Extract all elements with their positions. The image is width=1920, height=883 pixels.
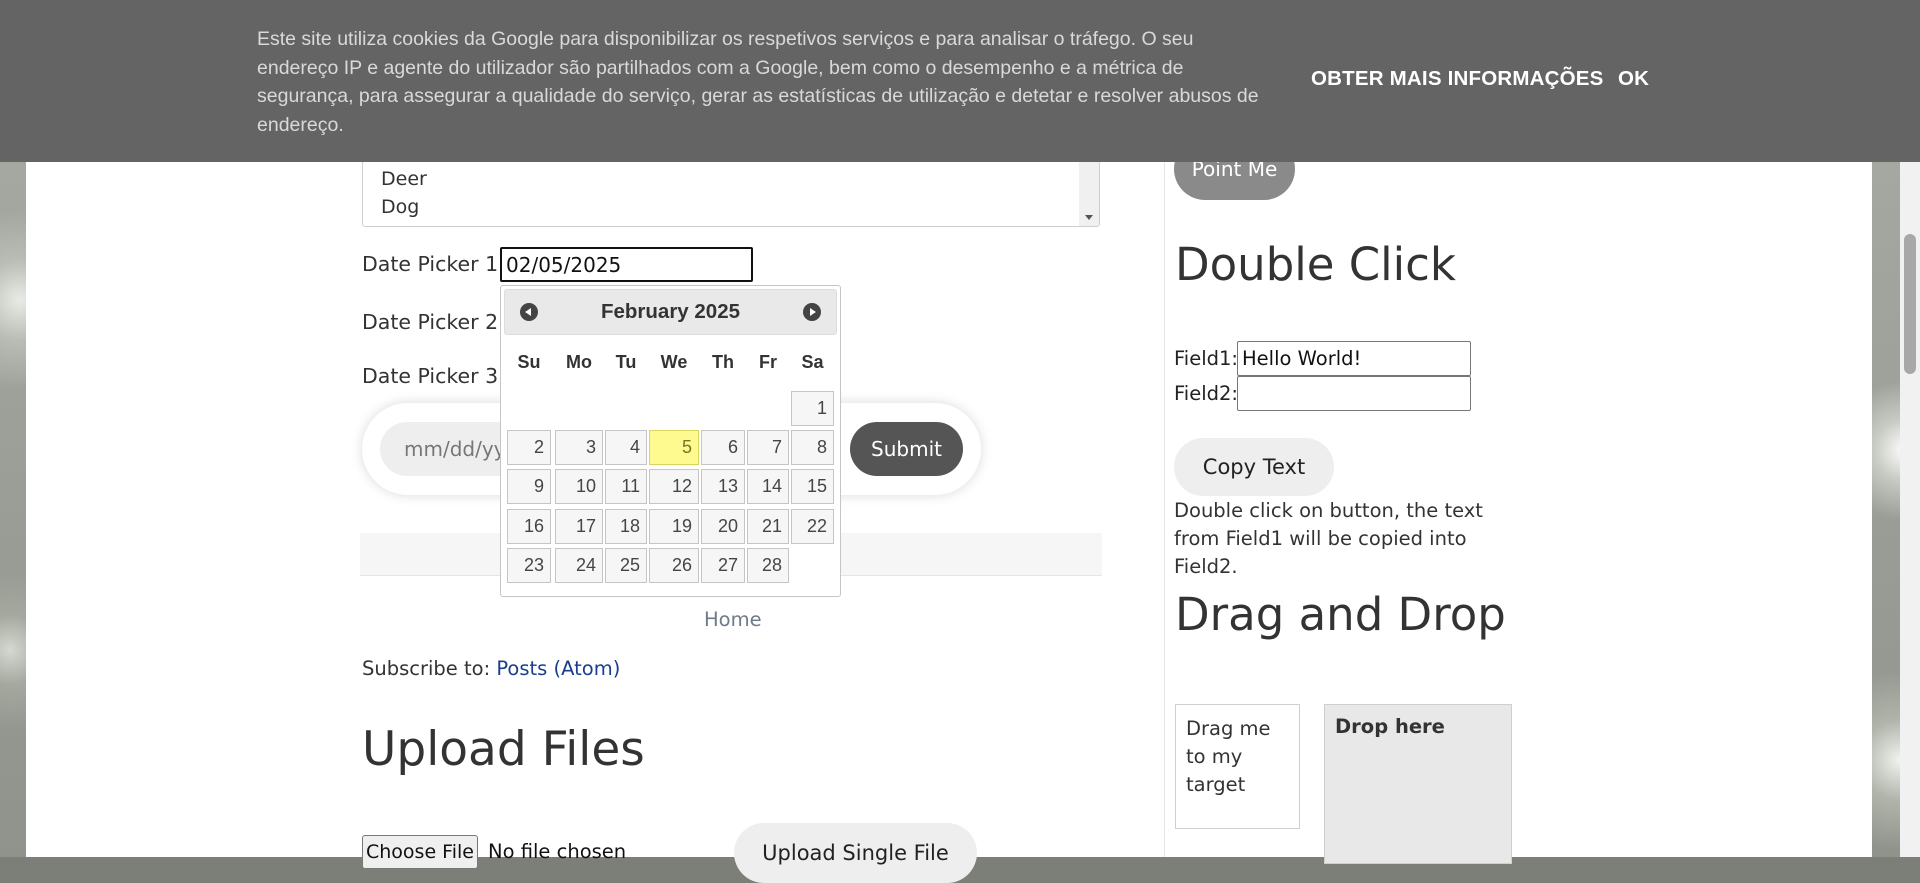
calendar-day[interactable]: 7: [747, 430, 789, 465]
weekday-header: Sa: [801, 352, 824, 372]
copy-text-button[interactable]: Copy Text: [1174, 438, 1334, 496]
field1-input[interactable]: [1237, 341, 1471, 376]
calendar-day[interactable]: 14: [747, 469, 789, 504]
scrollbar-thumb[interactable]: [1904, 234, 1916, 374]
calendar-day[interactable]: 19: [649, 509, 699, 544]
choose-file-button[interactable]: Choose File: [362, 835, 478, 869]
calendar-day[interactable]: 2: [507, 430, 551, 465]
calendar-month-title: February 2025: [600, 300, 741, 323]
calendar-day[interactable]: 9: [507, 469, 551, 504]
calendar-day[interactable]: 11: [605, 469, 647, 504]
subscribe-line: Subscribe to: Posts (Atom): [362, 657, 620, 680]
calendar-day[interactable]: 18: [605, 509, 647, 544]
calendar-day[interactable]: 23: [507, 548, 551, 583]
date-picker-2-label: Date Picker 2:: [362, 310, 506, 334]
calendar-day[interactable]: 22: [791, 509, 834, 544]
weekday-header: Tu: [615, 352, 637, 372]
home-link[interactable]: Home: [704, 608, 762, 631]
submit-button[interactable]: Submit: [850, 422, 963, 476]
upload-files-heading: Upload Files: [362, 722, 645, 777]
cookie-ok-button[interactable]: OK: [1618, 67, 1649, 91]
double-click-heading: Double Click: [1175, 238, 1456, 291]
calendar-header: February 2025: [504, 289, 837, 335]
calendar-day[interactable]: 8: [791, 430, 834, 465]
cookie-notice-text: Este site utiliza cookies da Google para…: [257, 28, 1259, 136]
calendar-day[interactable]: 15: [791, 469, 834, 504]
list-option[interactable]: Deer: [381, 168, 427, 190]
cookie-banner: Este site utiliza cookies da Google para…: [0, 0, 1920, 162]
calendar-day[interactable]: 12: [649, 469, 699, 504]
subscribe-label: Subscribe to:: [362, 657, 491, 680]
weekday-header: Su: [517, 352, 541, 372]
drag-and-drop-heading: Drag and Drop: [1175, 588, 1506, 641]
calendar-day[interactable]: 13: [701, 469, 745, 504]
no-file-chosen-text: No file chosen: [488, 840, 627, 863]
posts-atom-link[interactable]: Posts (Atom): [496, 657, 620, 680]
datepicker-calendar: February 2025 Su Mo Tu We Th Fr Sa 1 2 3 4 5 6 7 8 9 10…: [500, 285, 841, 597]
calendar-day[interactable]: 5: [649, 430, 699, 465]
calendar-day[interactable]: 17: [555, 509, 603, 544]
double-click-description: Double click on button, the text from Fi…: [1174, 499, 1483, 578]
draggable-box[interactable]: Drag me to my target: [1175, 704, 1300, 829]
next-month-icon[interactable]: [803, 303, 821, 321]
calendar-day[interactable]: 10: [555, 469, 603, 504]
drop-target[interactable]: Drop here: [1324, 704, 1512, 864]
date-picker-1-input[interactable]: [500, 247, 753, 282]
calendar-day[interactable]: 27: [701, 548, 745, 583]
weekday-header: We: [660, 352, 688, 372]
weekday-header: Fr: [759, 352, 777, 372]
calendar-day[interactable]: 1: [791, 391, 834, 426]
weekday-header: Mo: [566, 352, 592, 372]
field2-input[interactable]: [1237, 376, 1471, 411]
date-picker-3-label: Date Picker 3:: [362, 364, 506, 388]
calendar-day[interactable]: 4: [605, 430, 647, 465]
more-info-link[interactable]: OBTER MAIS INFORMAÇÕES: [1311, 67, 1604, 91]
calendar-day[interactable]: 28: [747, 548, 789, 583]
calendar-day[interactable]: 16: [507, 509, 551, 544]
field2-label: Field2:: [1174, 382, 1238, 405]
calendar-day[interactable]: 21: [747, 509, 789, 544]
scroll-down-arrow-icon[interactable]: [1085, 215, 1093, 220]
calendar-day[interactable]: 24: [555, 548, 603, 583]
date-picker-1-label: Date Picker 1:: [362, 252, 506, 276]
list-option[interactable]: Dog: [381, 196, 419, 218]
calendar-day[interactable]: 26: [649, 548, 699, 583]
calendar-day[interactable]: 20: [701, 509, 745, 544]
upload-single-file-button[interactable]: Upload Single File: [734, 823, 977, 883]
calendar-day[interactable]: 3: [555, 430, 603, 465]
field1-label: Field1:: [1174, 347, 1238, 370]
calendar-day[interactable]: 25: [605, 548, 647, 583]
calendar-day[interactable]: 6: [701, 430, 745, 465]
weekday-header: Th: [712, 352, 734, 372]
